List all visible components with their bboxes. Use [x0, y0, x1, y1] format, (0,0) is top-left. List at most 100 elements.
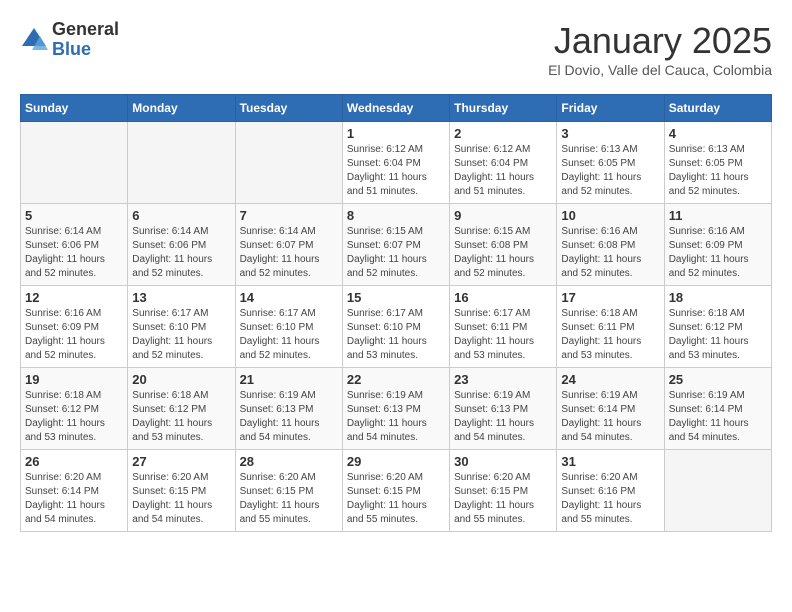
- calendar-cell: 20Sunrise: 6:18 AMSunset: 6:12 PMDayligh…: [128, 368, 235, 450]
- calendar-week: 12 Sunrise: 6:16 AMSunset: 6:09 PMDayligh…: [21, 286, 772, 368]
- calendar-cell: 7Sunrise: 6:14 AMSunset: 6:07 PMDaylight…: [235, 204, 342, 286]
- page-header: General Blue January 2025 El Dovio, Vall…: [20, 20, 772, 78]
- day-number: 28: [240, 454, 338, 469]
- day-info: Sunrise: 6:19 AMSunset: 6:13 PMDaylight:…: [347, 389, 445, 445]
- calendar-week: 5 Sunrise: 6:14 AMSunset: 6:06 PMDaylight…: [21, 204, 772, 286]
- day-info: Sunrise: 6:16 AMSunset: 6:08 PMDaylight:…: [561, 225, 659, 281]
- day-info: Sunrise: 6:14 AMSunset: 6:06 PMDaylight:…: [25, 225, 123, 281]
- day-number: 22: [347, 372, 445, 387]
- day-info: Sunrise: 6:13 AMSunset: 6:05 PMDaylight:…: [561, 143, 659, 199]
- calendar-cell: 11 Sunrise: 6:16 AMSunset: 6:09 PMDayligh…: [664, 204, 771, 286]
- day-info: Sunrise: 6:20 AMSunset: 6:15 PMDaylight:…: [132, 471, 230, 527]
- calendar-cell: 30Sunrise: 6:20 AMSunset: 6:15 PMDayligh…: [450, 450, 557, 532]
- day-number: 5: [25, 208, 123, 223]
- day-number: 23: [454, 372, 552, 387]
- day-info: Sunrise: 6:20 AMSunset: 6:16 PMDaylight:…: [561, 471, 659, 527]
- day-info: Sunrise: 6:19 AMSunset: 6:13 PMDaylight:…: [454, 389, 552, 445]
- day-info: Sunrise: 6:17 AMSunset: 6:10 PMDaylight:…: [347, 307, 445, 363]
- calendar-cell: 21 Sunrise: 6:19 AMSunset: 6:13 PMDayligh…: [235, 368, 342, 450]
- day-number: 27: [132, 454, 230, 469]
- day-number: 9: [454, 208, 552, 223]
- calendar-cell: 2 Sunrise: 6:12 AMSunset: 6:04 PMDaylight…: [450, 122, 557, 204]
- location: El Dovio, Valle del Cauca, Colombia: [548, 62, 772, 78]
- day-info: Sunrise: 6:16 AMSunset: 6:09 PMDaylight:…: [25, 307, 123, 363]
- calendar-cell: 10 Sunrise: 6:16 AMSunset: 6:08 PMDayligh…: [557, 204, 664, 286]
- header-row: SundayMondayTuesdayWednesdayThursdayFrid…: [21, 95, 772, 122]
- day-info: Sunrise: 6:20 AMSunset: 6:15 PMDaylight:…: [347, 471, 445, 527]
- calendar-cell: 8 Sunrise: 6:15 AMSunset: 6:07 PMDaylight…: [342, 204, 449, 286]
- calendar-cell: 27 Sunrise: 6:20 AMSunset: 6:15 PMDayligh…: [128, 450, 235, 532]
- day-info: Sunrise: 6:17 AMSunset: 6:10 PMDaylight:…: [132, 307, 230, 363]
- day-number: 26: [25, 454, 123, 469]
- day-number: 6: [132, 208, 230, 223]
- day-number: 2: [454, 126, 552, 141]
- header-day: Thursday: [450, 95, 557, 122]
- calendar-cell: 31 Sunrise: 6:20 AMSunset: 6:16 PMDayligh…: [557, 450, 664, 532]
- day-info: Sunrise: 6:18 AMSunset: 6:12 PMDaylight:…: [25, 389, 123, 445]
- calendar-cell: 12 Sunrise: 6:16 AMSunset: 6:09 PMDayligh…: [21, 286, 128, 368]
- logo-text: General Blue: [52, 20, 119, 60]
- day-number: 8: [347, 208, 445, 223]
- month-title: January 2025: [548, 20, 772, 62]
- calendar-body: 1 Sunrise: 6:12 AMSunset: 6:04 PMDaylight…: [21, 122, 772, 532]
- day-number: 24: [561, 372, 659, 387]
- calendar-cell: 29 Sunrise: 6:20 AMSunset: 6:15 PMDayligh…: [342, 450, 449, 532]
- day-number: 12: [25, 290, 123, 305]
- header-day: Wednesday: [342, 95, 449, 122]
- calendar-cell: 14Sunrise: 6:17 AMSunset: 6:10 PMDayligh…: [235, 286, 342, 368]
- calendar-header: SundayMondayTuesdayWednesdayThursdayFrid…: [21, 95, 772, 122]
- calendar-cell: 26Sunrise: 6:20 AMSunset: 6:14 PMDayligh…: [21, 450, 128, 532]
- day-info: Sunrise: 6:19 AMSunset: 6:13 PMDaylight:…: [240, 389, 338, 445]
- calendar-cell: 6 Sunrise: 6:14 AMSunset: 6:06 PMDaylight…: [128, 204, 235, 286]
- day-info: Sunrise: 6:14 AMSunset: 6:06 PMDaylight:…: [132, 225, 230, 281]
- calendar-week: 1 Sunrise: 6:12 AMSunset: 6:04 PMDaylight…: [21, 122, 772, 204]
- calendar-cell: 17Sunrise: 6:18 AMSunset: 6:11 PMDayligh…: [557, 286, 664, 368]
- calendar-cell: [128, 122, 235, 204]
- logo-icon: [20, 26, 48, 54]
- day-info: Sunrise: 6:19 AMSunset: 6:14 PMDaylight:…: [561, 389, 659, 445]
- calendar-table: SundayMondayTuesdayWednesdayThursdayFrid…: [20, 94, 772, 532]
- day-info: Sunrise: 6:20 AMSunset: 6:15 PMDaylight:…: [240, 471, 338, 527]
- day-number: 4: [669, 126, 767, 141]
- day-number: 18: [669, 290, 767, 305]
- calendar-cell: 25 Sunrise: 6:19 AMSunset: 6:14 PMDayligh…: [664, 368, 771, 450]
- header-day: Monday: [128, 95, 235, 122]
- calendar-week: 19Sunrise: 6:18 AMSunset: 6:12 PMDayligh…: [21, 368, 772, 450]
- day-number: 25: [669, 372, 767, 387]
- day-info: Sunrise: 6:16 AMSunset: 6:09 PMDaylight:…: [669, 225, 767, 281]
- header-day: Tuesday: [235, 95, 342, 122]
- day-number: 11: [669, 208, 767, 223]
- calendar-cell: 23 Sunrise: 6:19 AMSunset: 6:13 PMDayligh…: [450, 368, 557, 450]
- day-number: 29: [347, 454, 445, 469]
- logo-general: General: [52, 20, 119, 40]
- logo: General Blue: [20, 20, 119, 60]
- day-number: 21: [240, 372, 338, 387]
- calendar-cell: 24 Sunrise: 6:19 AMSunset: 6:14 PMDayligh…: [557, 368, 664, 450]
- calendar-cell: 1Sunrise: 6:12 AMSunset: 6:04 PMDaylight…: [342, 122, 449, 204]
- day-info: Sunrise: 6:19 AMSunset: 6:14 PMDaylight:…: [669, 389, 767, 445]
- day-info: Sunrise: 6:12 AMSunset: 6:04 PMDaylight:…: [454, 143, 552, 199]
- day-info: Sunrise: 6:18 AMSunset: 6:12 PMDaylight:…: [669, 307, 767, 363]
- day-number: 14: [240, 290, 338, 305]
- day-info: Sunrise: 6:18 AMSunset: 6:12 PMDaylight:…: [132, 389, 230, 445]
- calendar-cell: 13Sunrise: 6:17 AMSunset: 6:10 PMDayligh…: [128, 286, 235, 368]
- calendar-cell: 16Sunrise: 6:17 AMSunset: 6:11 PMDayligh…: [450, 286, 557, 368]
- calendar-cell: 22 Sunrise: 6:19 AMSunset: 6:13 PMDayligh…: [342, 368, 449, 450]
- header-day: Saturday: [664, 95, 771, 122]
- header-day: Sunday: [21, 95, 128, 122]
- day-number: 31: [561, 454, 659, 469]
- logo-blue: Blue: [52, 40, 119, 60]
- calendar-cell: [235, 122, 342, 204]
- header-day: Friday: [557, 95, 664, 122]
- calendar-cell: 19Sunrise: 6:18 AMSunset: 6:12 PMDayligh…: [21, 368, 128, 450]
- day-info: Sunrise: 6:14 AMSunset: 6:07 PMDaylight:…: [240, 225, 338, 281]
- day-number: 15: [347, 290, 445, 305]
- day-number: 3: [561, 126, 659, 141]
- day-number: 1: [347, 126, 445, 141]
- day-info: Sunrise: 6:17 AMSunset: 6:11 PMDaylight:…: [454, 307, 552, 363]
- day-number: 10: [561, 208, 659, 223]
- calendar-cell: 15 Sunrise: 6:17 AMSunset: 6:10 PMDayligh…: [342, 286, 449, 368]
- calendar-cell: 4Sunrise: 6:13 AMSunset: 6:05 PMDaylight…: [664, 122, 771, 204]
- calendar-cell: 18 Sunrise: 6:18 AMSunset: 6:12 PMDayligh…: [664, 286, 771, 368]
- day-info: Sunrise: 6:15 AMSunset: 6:07 PMDaylight:…: [347, 225, 445, 281]
